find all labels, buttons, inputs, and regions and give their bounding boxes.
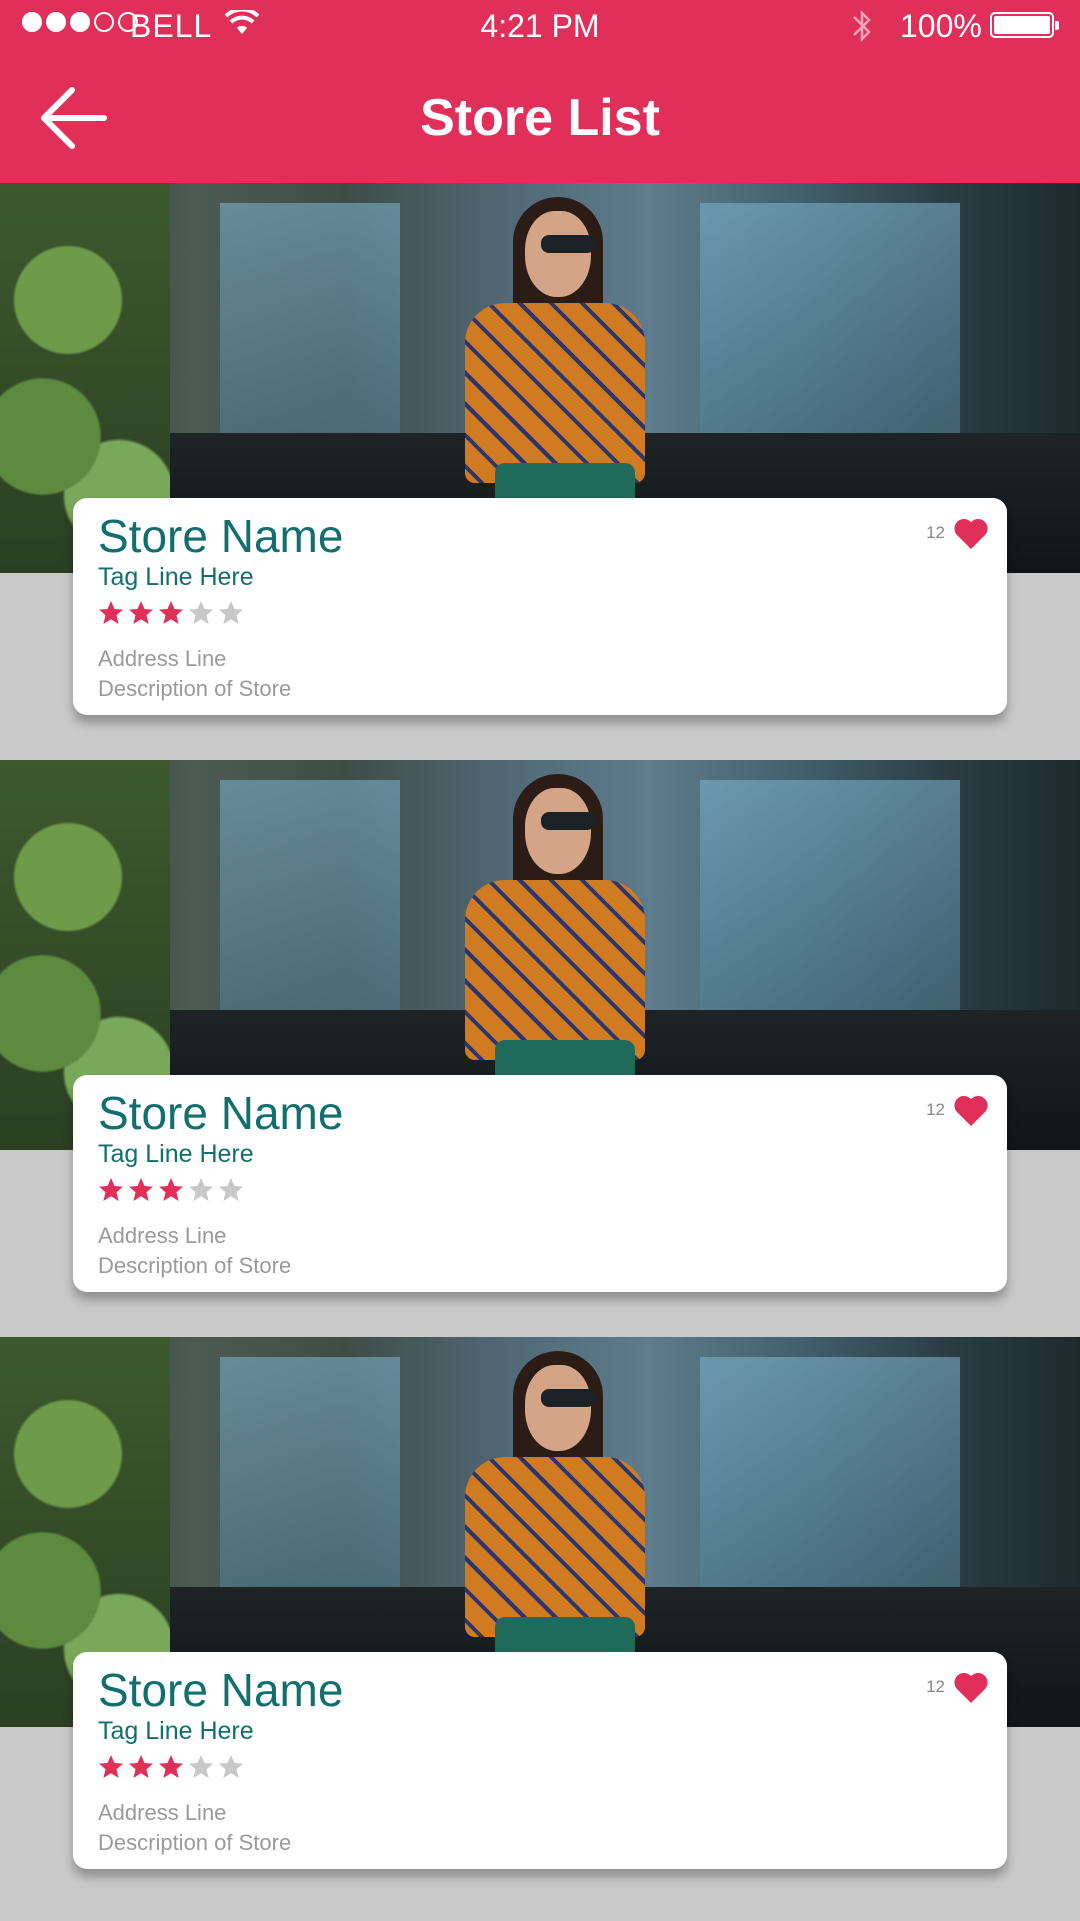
- like-count: 12: [926, 1677, 945, 1696]
- store-card[interactable]: Store Name Tag Line Here Address Line De…: [73, 1075, 1007, 1292]
- battery-percent: 100%: [900, 8, 982, 44]
- heart-icon: [954, 518, 988, 549]
- star-filled-icon: [99, 601, 123, 624]
- app-header: BELL 4:21 PM 100% Store List: [0, 0, 1080, 183]
- store-description: Description of Store: [98, 676, 292, 701]
- banner-window: [700, 203, 960, 443]
- bluetooth-icon: [853, 9, 871, 43]
- store-address: Address Line: [98, 1800, 227, 1825]
- star-filled-icon: [99, 1178, 123, 1201]
- star-filled-icon: [129, 1178, 153, 1201]
- star-rating: [98, 600, 983, 628]
- banner-window: [700, 780, 960, 1020]
- star-empty-icon: [189, 1755, 213, 1778]
- star-filled-icon: [129, 601, 153, 624]
- store-list-item: Store Name Tag Line Here Address Line De…: [0, 1337, 1080, 1914]
- star-empty-icon: [189, 1178, 213, 1201]
- store-name: Store Name: [98, 1664, 344, 1716]
- store-name: Store Name: [98, 510, 344, 562]
- battery-icon: [990, 12, 1059, 38]
- like-count: 12: [926, 1100, 945, 1119]
- status-bar: BELL 4:21 PM 100%: [0, 0, 1080, 52]
- banner-window: [220, 203, 400, 443]
- store-list-item: Store Name Tag Line Here Address Line De…: [0, 183, 1080, 760]
- star-filled-icon: [99, 1755, 123, 1778]
- star-rating: [98, 1754, 983, 1782]
- like-button[interactable]: 12: [926, 516, 989, 550]
- store-card[interactable]: Store Name Tag Line Here Address Line De…: [73, 498, 1007, 715]
- star-filled-icon: [159, 1755, 183, 1778]
- page-title: Store List: [420, 89, 660, 147]
- like-count: 12: [926, 523, 945, 542]
- store-address: Address Line: [98, 1223, 227, 1248]
- store-name: Store Name: [98, 1087, 344, 1139]
- store-address: Address Line: [98, 646, 227, 671]
- star-filled-icon: [159, 601, 183, 624]
- star-filled-icon: [129, 1755, 153, 1778]
- star-rating: [98, 1177, 983, 1205]
- star-empty-icon: [219, 1178, 243, 1201]
- star-filled-icon: [159, 1178, 183, 1201]
- store-description: Description of Store: [98, 1830, 292, 1855]
- store-tagline: Tag Line Here: [98, 1140, 254, 1168]
- store-list: Store Name Tag Line Here Address Line De…: [0, 183, 1080, 1914]
- store-tagline: Tag Line Here: [98, 563, 254, 591]
- like-button[interactable]: 12: [926, 1670, 989, 1704]
- banner-window: [220, 780, 400, 1020]
- heart-icon: [954, 1095, 988, 1126]
- star-empty-icon: [189, 601, 213, 624]
- store-tagline: Tag Line Here: [98, 1717, 254, 1745]
- banner-window: [700, 1357, 960, 1597]
- store-list-item: Store Name Tag Line Here Address Line De…: [0, 760, 1080, 1337]
- star-empty-icon: [219, 1755, 243, 1778]
- store-card[interactable]: Store Name Tag Line Here Address Line De…: [73, 1652, 1007, 1869]
- banner-window: [220, 1357, 400, 1597]
- battery-fill: [994, 16, 1050, 34]
- star-empty-icon: [219, 601, 243, 624]
- like-button[interactable]: 12: [926, 1093, 989, 1127]
- heart-icon: [954, 1672, 988, 1703]
- store-description: Description of Store: [98, 1253, 292, 1278]
